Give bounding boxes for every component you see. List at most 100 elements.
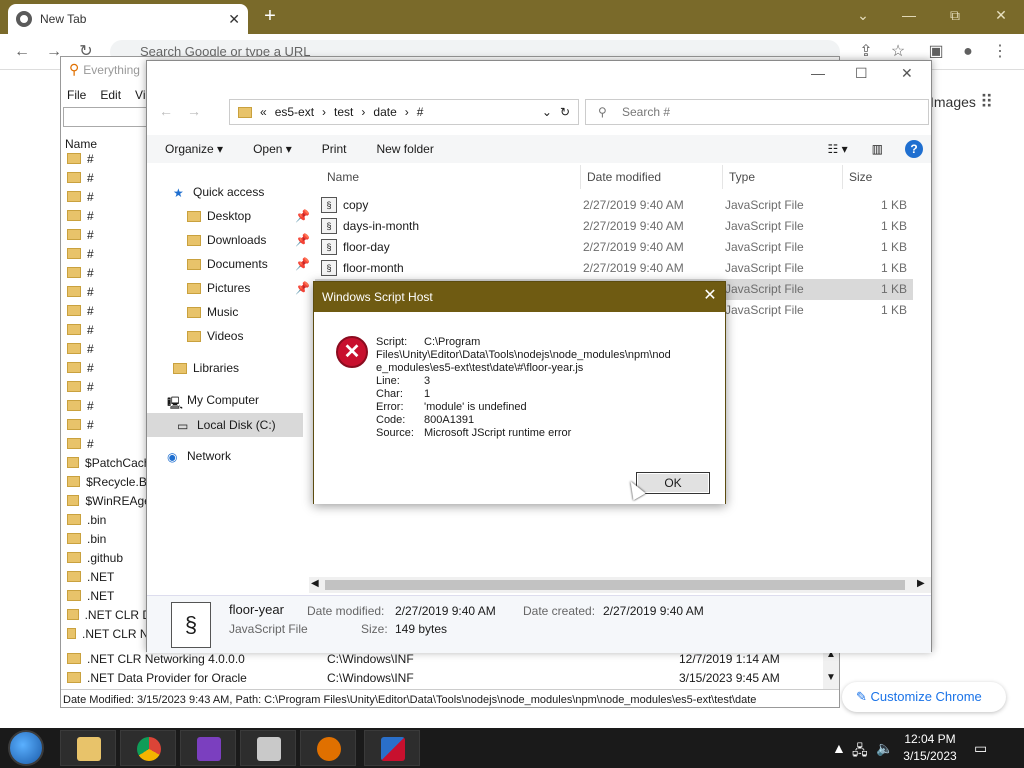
profile-avatar-icon[interactable]: ● xyxy=(958,42,978,62)
nav-local-disk[interactable]: ▭ Local Disk (C:) xyxy=(147,413,303,437)
pin-icon[interactable]: 📌 xyxy=(295,281,310,295)
list-item[interactable]: .NET CLR Data xyxy=(61,605,151,624)
list-item[interactable]: # xyxy=(61,301,151,320)
column-size[interactable]: Size xyxy=(843,165,917,189)
menu-file[interactable]: File xyxy=(67,85,86,105)
taskbar-visual-studio[interactable] xyxy=(180,730,236,766)
chrome-close-button[interactable]: ✕ xyxy=(978,4,1024,26)
explorer-close-button[interactable]: ✕ xyxy=(901,65,913,82)
network-tray-icon[interactable]: 🖧 xyxy=(852,740,868,764)
list-item[interactable]: .NET xyxy=(61,586,151,605)
list-item[interactable]: # xyxy=(61,225,151,244)
ok-button[interactable]: OK xyxy=(636,472,710,494)
list-item[interactable]: # xyxy=(61,244,151,263)
horizontal-scrollbar[interactable]: ◀ ▶ xyxy=(309,577,931,593)
pin-icon[interactable]: 📌 xyxy=(295,209,310,223)
taskbar-notepad[interactable] xyxy=(240,730,296,766)
side-panel-icon[interactable]: ▣ xyxy=(926,42,946,62)
nav-documents[interactable]: Documents 📌 xyxy=(181,257,310,271)
list-item[interactable]: # xyxy=(61,339,151,358)
scrollbar-thumb[interactable] xyxy=(325,580,905,590)
taskbar-everything[interactable] xyxy=(300,730,356,766)
chrome-restore-button[interactable]: ⧉ xyxy=(932,4,978,26)
list-item[interactable]: $PatchCache$ xyxy=(61,453,151,472)
list-item[interactable]: # xyxy=(61,377,151,396)
scroll-down-icon[interactable]: ▼ xyxy=(823,672,839,683)
nav-desktop[interactable]: Desktop 📌 xyxy=(181,209,310,223)
file-row[interactable]: § copy 2/27/2019 9:40 AM JavaScript File 1 K… xyxy=(315,195,913,216)
list-item[interactable]: # xyxy=(61,263,151,282)
list-item[interactable]: # xyxy=(61,187,151,206)
list-item[interactable]: $Recycle.Bin xyxy=(61,472,151,491)
tray-overflow-icon[interactable]: ▲ xyxy=(832,740,846,756)
system-clock[interactable]: 12:04 PM 3/15/2023 xyxy=(898,731,962,765)
taskbar-chrome[interactable] xyxy=(120,730,176,766)
new-tab-button[interactable]: + xyxy=(258,5,282,29)
nav-music[interactable]: Music xyxy=(181,305,238,319)
breadcrumb-date[interactable]: date xyxy=(373,105,396,119)
list-item[interactable]: # xyxy=(61,149,151,168)
chrome-menu-icon[interactable]: ⋮ xyxy=(990,42,1010,62)
nav-my-computer[interactable]: 🖳 My Computer xyxy=(167,393,259,410)
breadcrumb-hash[interactable]: # xyxy=(417,105,424,119)
everything-search-input[interactable] xyxy=(63,107,153,127)
list-item[interactable]: $WinREAgent xyxy=(61,491,151,510)
share-icon[interactable]: ⇪ xyxy=(856,42,876,62)
scroll-left-icon[interactable]: ◀ xyxy=(311,578,319,589)
breadcrumb-overflow[interactable]: « xyxy=(260,105,267,119)
menu-edit[interactable]: Edit xyxy=(100,85,121,105)
list-item[interactable]: .NET CLR Networking xyxy=(61,624,151,643)
list-item[interactable]: .bin xyxy=(61,529,151,548)
list-item[interactable]: # xyxy=(61,396,151,415)
list-item[interactable]: # xyxy=(61,206,151,225)
tab-close-icon[interactable]: ✕ xyxy=(228,11,240,28)
chrome-collapse-icon[interactable]: ⌄ xyxy=(840,4,886,26)
nav-videos[interactable]: Videos xyxy=(181,329,243,343)
nav-quick-access[interactable]: ★ Quick access xyxy=(173,185,264,200)
nav-libraries[interactable]: Libraries xyxy=(167,361,239,375)
help-icon[interactable]: ? xyxy=(905,140,923,158)
volume-icon[interactable]: 🔈 xyxy=(876,740,893,757)
bookmark-star-icon[interactable]: ☆ xyxy=(888,42,908,62)
column-type[interactable]: Type xyxy=(723,165,843,189)
refresh-icon[interactable]: ↻ xyxy=(560,105,570,119)
list-item[interactable]: # xyxy=(61,358,151,377)
column-date-modified[interactable]: Date modified xyxy=(581,165,723,189)
explorer-back-icon[interactable]: ← xyxy=(159,103,173,119)
list-item[interactable]: # xyxy=(61,434,151,453)
list-item[interactable]: .bin xyxy=(61,510,151,529)
explorer-forward-icon[interactable]: → xyxy=(187,103,201,119)
address-bar[interactable]: « es5-ext › test › date › # ⌄ ↻ xyxy=(229,99,579,125)
dialog-close-button[interactable]: ✕ xyxy=(700,287,720,307)
nav-network[interactable]: ◉ Network xyxy=(167,449,231,464)
print-button[interactable]: Print xyxy=(322,142,347,156)
open-button[interactable]: Open ▾ xyxy=(253,142,292,156)
preview-pane-icon[interactable]: ▥ xyxy=(872,142,883,156)
list-item[interactable]: .NET xyxy=(61,567,151,586)
google-apps-icon[interactable]: ⠿ xyxy=(980,93,1000,114)
explorer-maximize-button[interactable]: ☐ xyxy=(855,65,868,82)
view-options-icon[interactable]: ☷ ▾ xyxy=(828,142,848,156)
taskbar-file-explorer[interactable] xyxy=(60,730,116,766)
list-item[interactable]: # xyxy=(61,168,151,187)
pin-icon[interactable]: 📌 xyxy=(295,233,310,247)
scroll-right-icon[interactable]: ▶ xyxy=(917,578,925,589)
start-button[interactable] xyxy=(8,730,44,766)
new-folder-button[interactable]: New folder xyxy=(376,142,433,156)
column-name[interactable]: Name xyxy=(321,165,581,189)
list-item[interactable]: .github xyxy=(61,548,151,567)
list-item[interactable]: # xyxy=(61,282,151,301)
file-row[interactable]: § days-in-month 2/27/2019 9:40 AM JavaScrip… xyxy=(315,216,913,237)
file-row[interactable]: § floor-day 2/27/2019 9:40 AM JavaScript Fi… xyxy=(315,237,913,258)
list-item[interactable]: .NET Data Provider for Oracle C:\Windows… xyxy=(61,668,839,687)
explorer-search-input[interactable]: ⚲ Search # xyxy=(585,99,929,125)
taskbar-script-host[interactable] xyxy=(364,730,420,766)
explorer-minimize-button[interactable]: — xyxy=(811,65,825,81)
address-dropdown-icon[interactable]: ⌄ xyxy=(542,105,552,119)
breadcrumb-es5-ext[interactable]: es5-ext xyxy=(275,105,314,119)
notifications-icon[interactable]: ▭ xyxy=(974,740,987,757)
chrome-minimize-button[interactable]: — xyxy=(886,4,932,26)
nav-pictures[interactable]: Pictures 📌 xyxy=(181,281,310,295)
nav-downloads[interactable]: Downloads 📌 xyxy=(181,233,310,247)
images-link[interactable]: Images xyxy=(930,94,976,110)
